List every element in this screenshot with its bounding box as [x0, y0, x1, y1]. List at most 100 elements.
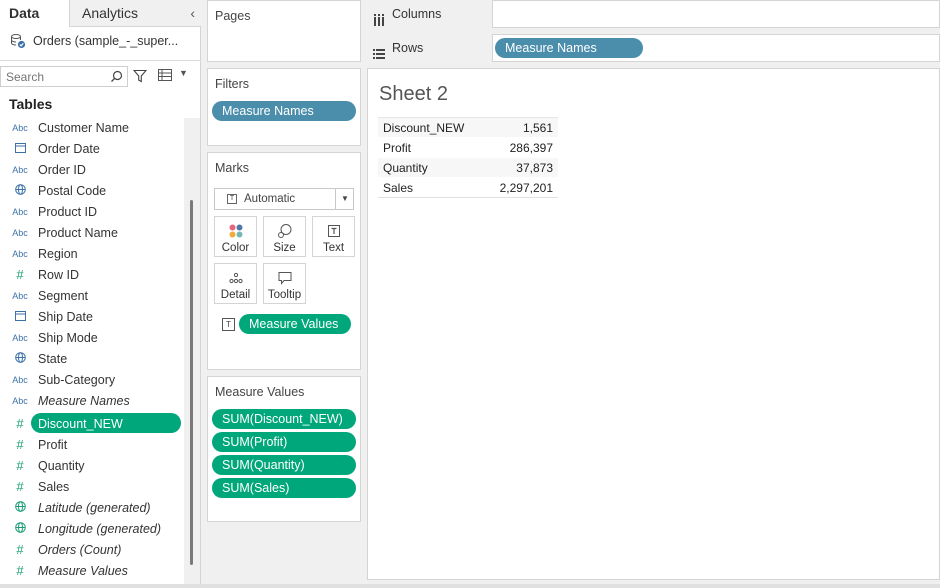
- table-row[interactable]: Profit 286,397: [378, 138, 558, 158]
- field-item[interactable]: # Row ID: [0, 264, 184, 285]
- field-item[interactable]: Ship Date: [0, 306, 184, 327]
- tooltip-icon: [264, 270, 305, 286]
- color-button[interactable]: Color: [214, 216, 257, 257]
- field-item[interactable]: Abc Region: [0, 243, 184, 264]
- table-row[interactable]: Sales 2,297,201: [378, 178, 558, 198]
- field-label: Product Name: [38, 225, 118, 240]
- date-type-icon: [0, 142, 38, 155]
- row-header: Profit: [383, 140, 412, 155]
- chevron-left-icon[interactable]: ‹: [190, 0, 195, 27]
- scrollbar-thumb[interactable]: [190, 200, 193, 565]
- field-label: Longitude (generated): [38, 521, 162, 536]
- field-item[interactable]: Abc Measure Names: [0, 390, 184, 411]
- datasource[interactable]: Orders (sample_-_super...: [10, 33, 196, 49]
- tooltip-label: Tooltip: [267, 289, 302, 301]
- field-label: Row ID: [38, 267, 79, 282]
- field-item[interactable]: Postal Code: [0, 180, 184, 201]
- pages-title: Pages: [215, 9, 251, 23]
- field-label: Latitude (generated): [38, 500, 151, 515]
- field-label: Quantity: [38, 458, 85, 473]
- field-label: Discount_NEW: [38, 416, 123, 431]
- field-item[interactable]: # Quantity: [0, 455, 184, 476]
- color-label: Color: [221, 242, 250, 254]
- filters-title: Filters: [215, 77, 250, 91]
- field-item[interactable]: # Profit: [0, 434, 184, 455]
- columns-shelf-label: Columns: [367, 0, 493, 28]
- tab-analytics[interactable]: Analytics ‹: [69, 0, 201, 27]
- tooltip-button[interactable]: Tooltip: [263, 263, 306, 304]
- tab-data[interactable]: Data: [0, 0, 69, 27]
- columns-icon: [373, 8, 385, 26]
- field-item[interactable]: Abc Segment: [0, 285, 184, 306]
- table-row[interactable]: Quantity 37,873: [378, 158, 558, 178]
- cell-value: 37,873: [516, 160, 553, 175]
- detail-label: Detail: [220, 289, 251, 301]
- rows-shelf-label: Rows: [367, 34, 493, 62]
- field-label: State: [38, 351, 68, 366]
- field-item[interactable]: Longitude (generated): [0, 518, 184, 539]
- field-item[interactable]: Abc Customer Name: [0, 117, 184, 138]
- field-label: Order Date: [38, 141, 100, 156]
- detail-button[interactable]: Detail: [214, 263, 257, 304]
- table-row[interactable]: Discount_NEW 1,561: [378, 118, 558, 138]
- text-label: Text: [322, 242, 345, 254]
- field-label: Region: [38, 246, 78, 261]
- measure-pill-quantity[interactable]: SUM(Quantity): [212, 455, 356, 475]
- measure-pill-profit[interactable]: SUM(Profit): [212, 432, 356, 452]
- rows-label: Rows: [392, 41, 424, 55]
- sheet-title[interactable]: Sheet 2: [379, 83, 448, 106]
- field-item[interactable]: # Orders (Count): [0, 539, 184, 560]
- measure-pill-discount[interactable]: SUM(Discount_NEW): [212, 409, 356, 429]
- field-label: Orders (Count): [38, 542, 122, 557]
- field-item[interactable]: # Discount_NEW: [0, 413, 184, 434]
- list-view-icon[interactable]: [158, 69, 172, 81]
- field-item[interactable]: Latitude (generated): [0, 497, 184, 518]
- measure-pill-sales[interactable]: SUM(Sales): [212, 478, 356, 498]
- marks-pill-measure-values[interactable]: Measure Values: [239, 314, 351, 334]
- filter-icon[interactable]: [132, 69, 148, 83]
- field-item[interactable]: Abc Order ID: [0, 159, 184, 180]
- field-item[interactable]: Abc Sub-Category: [0, 369, 184, 390]
- search-box[interactable]: [0, 66, 128, 87]
- pane-tabs: Data Analytics ‹: [0, 0, 201, 27]
- color-icon: [215, 223, 256, 239]
- rows-icon: [373, 42, 385, 59]
- string-type-icon: Abc: [12, 227, 28, 238]
- text-button[interactable]: Text: [312, 216, 355, 257]
- globe-icon: [0, 184, 38, 197]
- field-item[interactable]: State: [0, 348, 184, 369]
- field-label: Measure Names: [38, 393, 130, 408]
- number-type-icon: #: [16, 542, 24, 557]
- field-item[interactable]: Abc Ship Mode: [0, 327, 184, 348]
- divider: [0, 60, 201, 61]
- string-type-icon: Abc: [12, 395, 28, 406]
- number-type-icon: #: [16, 416, 24, 431]
- number-type-icon: #: [16, 563, 24, 578]
- columns-shelf[interactable]: [492, 0, 940, 28]
- globe-icon: [0, 522, 38, 535]
- chevron-down-icon[interactable]: ▼: [335, 189, 354, 209]
- field-item[interactable]: Abc Product Name: [0, 222, 184, 243]
- pages-shelf[interactable]: Pages: [207, 0, 361, 62]
- mark-type-dropdown[interactable]: T Automatic ▼: [214, 188, 354, 210]
- filter-pill-measure-names[interactable]: Measure Names: [212, 101, 356, 121]
- size-button[interactable]: Size: [263, 216, 306, 257]
- field-item[interactable]: # Measure Values: [0, 560, 184, 581]
- field-item[interactable]: Order Date: [0, 138, 184, 159]
- search-icon[interactable]: [110, 70, 123, 83]
- search-input[interactable]: [6, 69, 106, 84]
- field-item[interactable]: Abc Product ID: [0, 201, 184, 222]
- cell-value: 1,561: [522, 120, 553, 135]
- date-type-icon: [0, 310, 38, 323]
- rows-pill-measure-names[interactable]: Measure Names: [495, 38, 643, 58]
- rows-shelf[interactable]: Measure Names: [492, 34, 940, 62]
- field-label: Product ID: [38, 204, 98, 219]
- field-item[interactable]: # Sales: [0, 476, 184, 497]
- field-label: Sub-Category: [38, 372, 116, 387]
- filters-shelf[interactable]: Filters Measure Names: [207, 68, 361, 146]
- columns-label: Columns: [392, 7, 442, 21]
- text-icon: [313, 223, 354, 239]
- string-type-icon: Abc: [12, 248, 28, 259]
- field-label: Ship Mode: [38, 330, 98, 345]
- chevron-down-icon[interactable]: ▼: [179, 68, 188, 78]
